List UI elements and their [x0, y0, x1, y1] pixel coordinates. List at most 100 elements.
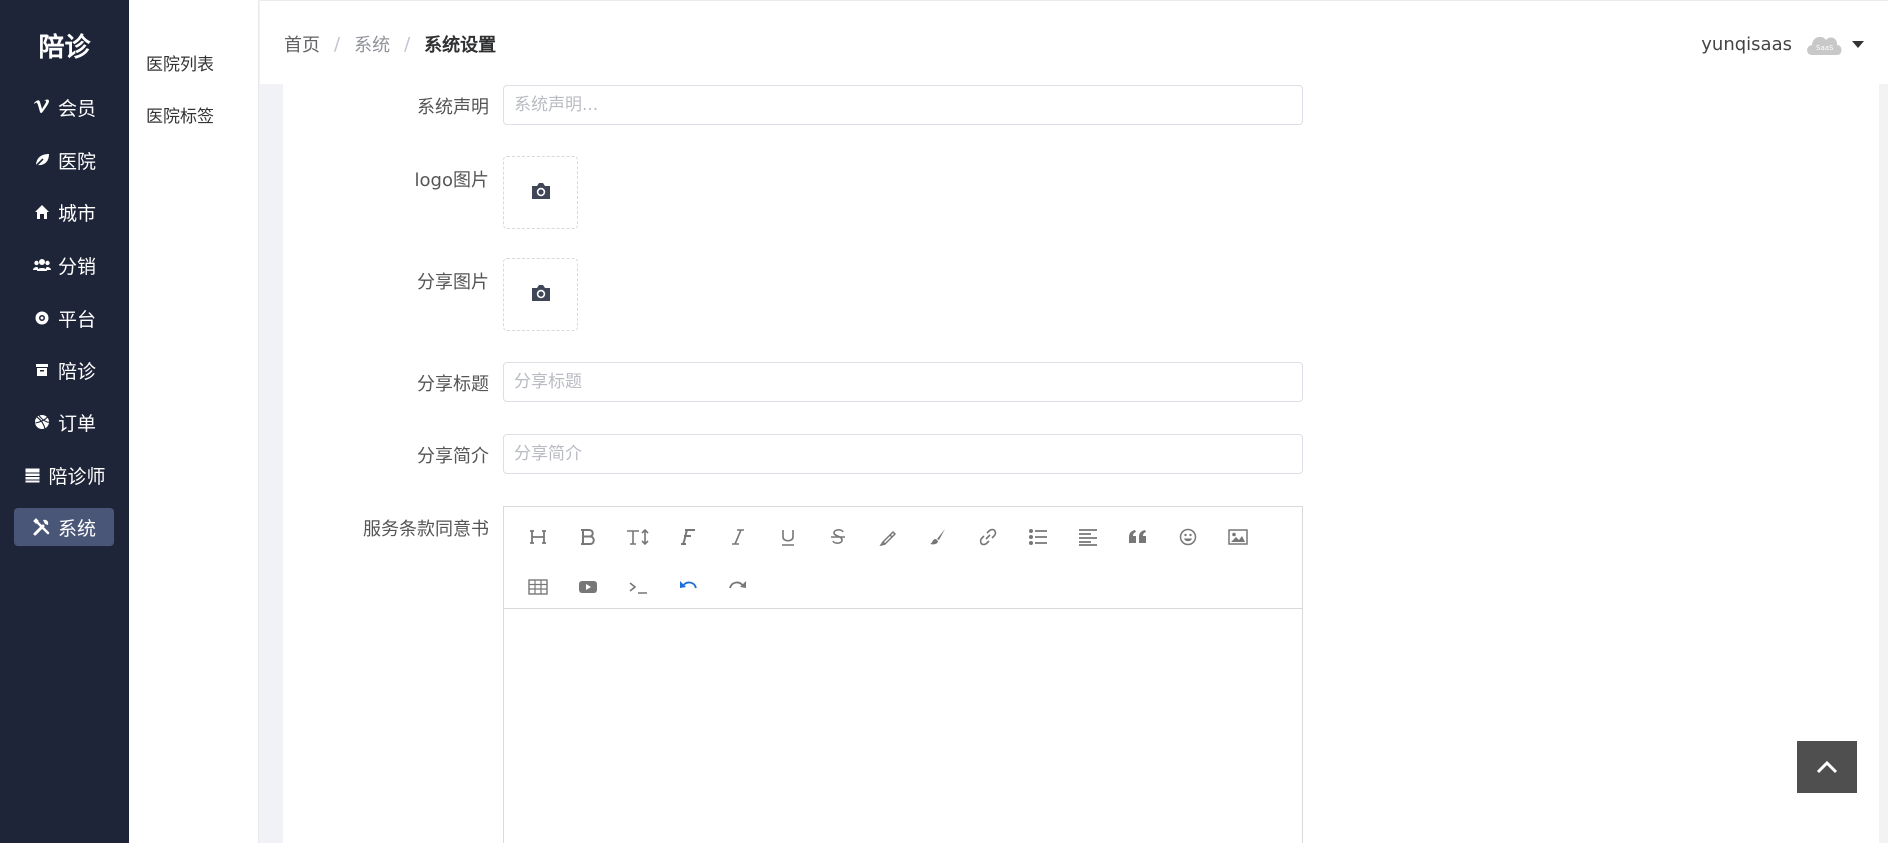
- image-button[interactable]: [1223, 522, 1253, 552]
- avatar-text: SaaS: [1816, 44, 1834, 52]
- redo-icon: [729, 581, 746, 589]
- home-icon: [32, 202, 52, 222]
- share-image-uploader[interactable]: [503, 258, 578, 331]
- tools-icon: [32, 517, 52, 537]
- emoji-button[interactable]: [1173, 522, 1203, 552]
- statement-input[interactable]: [503, 85, 1303, 125]
- share-title-label: 分享标题: [417, 374, 489, 395]
- sidebar-item-label: 平台: [57, 308, 96, 331]
- font-size-icon: [627, 528, 649, 546]
- italic-button[interactable]: [723, 522, 753, 552]
- highlight-button[interactable]: [873, 522, 903, 552]
- strikethrough-button[interactable]: [823, 522, 853, 552]
- logo-label: logo图片: [414, 170, 489, 191]
- sidebar-item-label: 陪诊师: [48, 465, 106, 488]
- sidebar-item-label: 城市: [57, 202, 96, 225]
- editor-content-area[interactable]: [504, 610, 1302, 843]
- brush-button[interactable]: [923, 522, 953, 552]
- sidebar-item-members[interactable]: 会员: [14, 88, 114, 126]
- users-icon: [32, 255, 52, 275]
- logo-uploader[interactable]: [503, 156, 578, 229]
- sidebar-item-distribution[interactable]: 分销: [14, 246, 114, 284]
- archive-icon: [32, 360, 52, 380]
- underline-button[interactable]: [773, 522, 803, 552]
- breadcrumb-separator: /: [334, 33, 341, 55]
- subnav-item-hospital-list[interactable]: 医院列表: [146, 50, 214, 75]
- page-scrollbar[interactable]: [1879, 84, 1888, 843]
- table-icon: [22, 465, 42, 485]
- align-left-icon: [1079, 529, 1097, 546]
- gear-icon: [32, 308, 52, 328]
- sidebar-item-orders[interactable]: 订单: [14, 403, 114, 441]
- sidebar-item-escort-staff[interactable]: 陪诊师: [14, 456, 114, 494]
- font-size-button[interactable]: [623, 522, 653, 552]
- sidebar-item-label: 会员: [57, 97, 96, 120]
- sidebar-item-hospital[interactable]: 医院: [14, 141, 114, 179]
- breadcrumb-current: 系统设置: [424, 35, 497, 56]
- leaf-icon: [32, 150, 52, 170]
- link-icon: [979, 528, 997, 546]
- table-button[interactable]: [523, 572, 553, 602]
- align-button[interactable]: [1073, 522, 1103, 552]
- brush-icon: [930, 529, 945, 545]
- user-menu[interactable]: yunqisaas SaaS: [1701, 27, 1864, 61]
- font-family-icon: [681, 529, 695, 545]
- rich-text-editor: [503, 506, 1303, 843]
- undo-button[interactable]: [673, 572, 703, 602]
- breadcrumb-home[interactable]: 首页: [284, 31, 320, 57]
- sidebar-item-system[interactable]: 系统: [14, 508, 114, 546]
- sidebar-item-city[interactable]: 城市: [14, 193, 114, 231]
- bold-button[interactable]: [573, 522, 603, 552]
- avatar[interactable]: SaaS: [1804, 27, 1844, 61]
- camera-icon: [530, 284, 552, 306]
- list-button[interactable]: [1023, 522, 1053, 552]
- agreement-label: 服务条款同意书: [363, 519, 489, 540]
- main-sidebar: 陪诊 会员 医院 城市 分销 平台 陪诊 订单 陪诊师 系统: [0, 0, 129, 843]
- breadcrumb: 首页 / 系统 / 系统设置: [284, 31, 496, 57]
- sidebar-item-label: 分销: [57, 255, 96, 278]
- quote-icon: [1129, 530, 1146, 543]
- chevron-up-icon: [1816, 760, 1838, 774]
- editor-toolbar: [504, 507, 1302, 609]
- sidebar-item-label: 系统: [57, 517, 96, 540]
- sidebar-item-label: 医院: [57, 150, 96, 173]
- vimeo-icon: [32, 97, 52, 117]
- terminal-icon: [629, 582, 647, 594]
- sub-sidebar: 医院列表 医院标签: [129, 0, 259, 843]
- share-intro-input[interactable]: [503, 434, 1303, 474]
- code-button[interactable]: [623, 572, 653, 602]
- share-image-label: 分享图片: [417, 272, 489, 293]
- link-button[interactable]: [973, 522, 1003, 552]
- redo-button[interactable]: [723, 572, 753, 602]
- font-family-button[interactable]: [673, 522, 703, 552]
- brand-title: 陪诊: [38, 32, 91, 63]
- back-to-top-button[interactable]: [1797, 741, 1857, 793]
- sidebar-item-platform[interactable]: 平台: [14, 299, 114, 337]
- heading-button[interactable]: [523, 522, 553, 552]
- sidebar-item-label: 陪诊: [57, 360, 96, 383]
- camera-icon: [530, 182, 552, 204]
- emoji-icon: [1179, 528, 1197, 546]
- underline-icon: [782, 530, 794, 546]
- list-icon: [1029, 529, 1047, 545]
- table-icon: [528, 579, 548, 595]
- breadcrumb-parent: 系统: [354, 35, 391, 56]
- subnav-item-hospital-tags[interactable]: 医院标签: [146, 102, 214, 127]
- sidebar-item-escort[interactable]: 陪诊: [14, 351, 114, 389]
- username: yunqisaas: [1701, 33, 1792, 55]
- video-icon: [579, 581, 597, 593]
- highlighter-icon: [879, 530, 897, 546]
- bold-icon: [581, 529, 595, 545]
- breadcrumb-separator: /: [404, 33, 411, 55]
- chevron-down-icon[interactable]: [1852, 40, 1864, 48]
- top-header: 首页 / 系统 / 系统设置 yunqisaas SaaS: [260, 0, 1888, 84]
- share-title-input[interactable]: [503, 362, 1303, 402]
- video-button[interactable]: [573, 572, 603, 602]
- sidebar-item-label: 订单: [57, 412, 96, 435]
- dribbble-icon: [32, 412, 52, 432]
- heading-icon: [530, 530, 546, 544]
- strikethrough-icon: [831, 529, 845, 544]
- share-intro-label: 分享简介: [417, 446, 489, 467]
- quote-button[interactable]: [1123, 522, 1153, 552]
- undo-icon: [680, 581, 697, 589]
